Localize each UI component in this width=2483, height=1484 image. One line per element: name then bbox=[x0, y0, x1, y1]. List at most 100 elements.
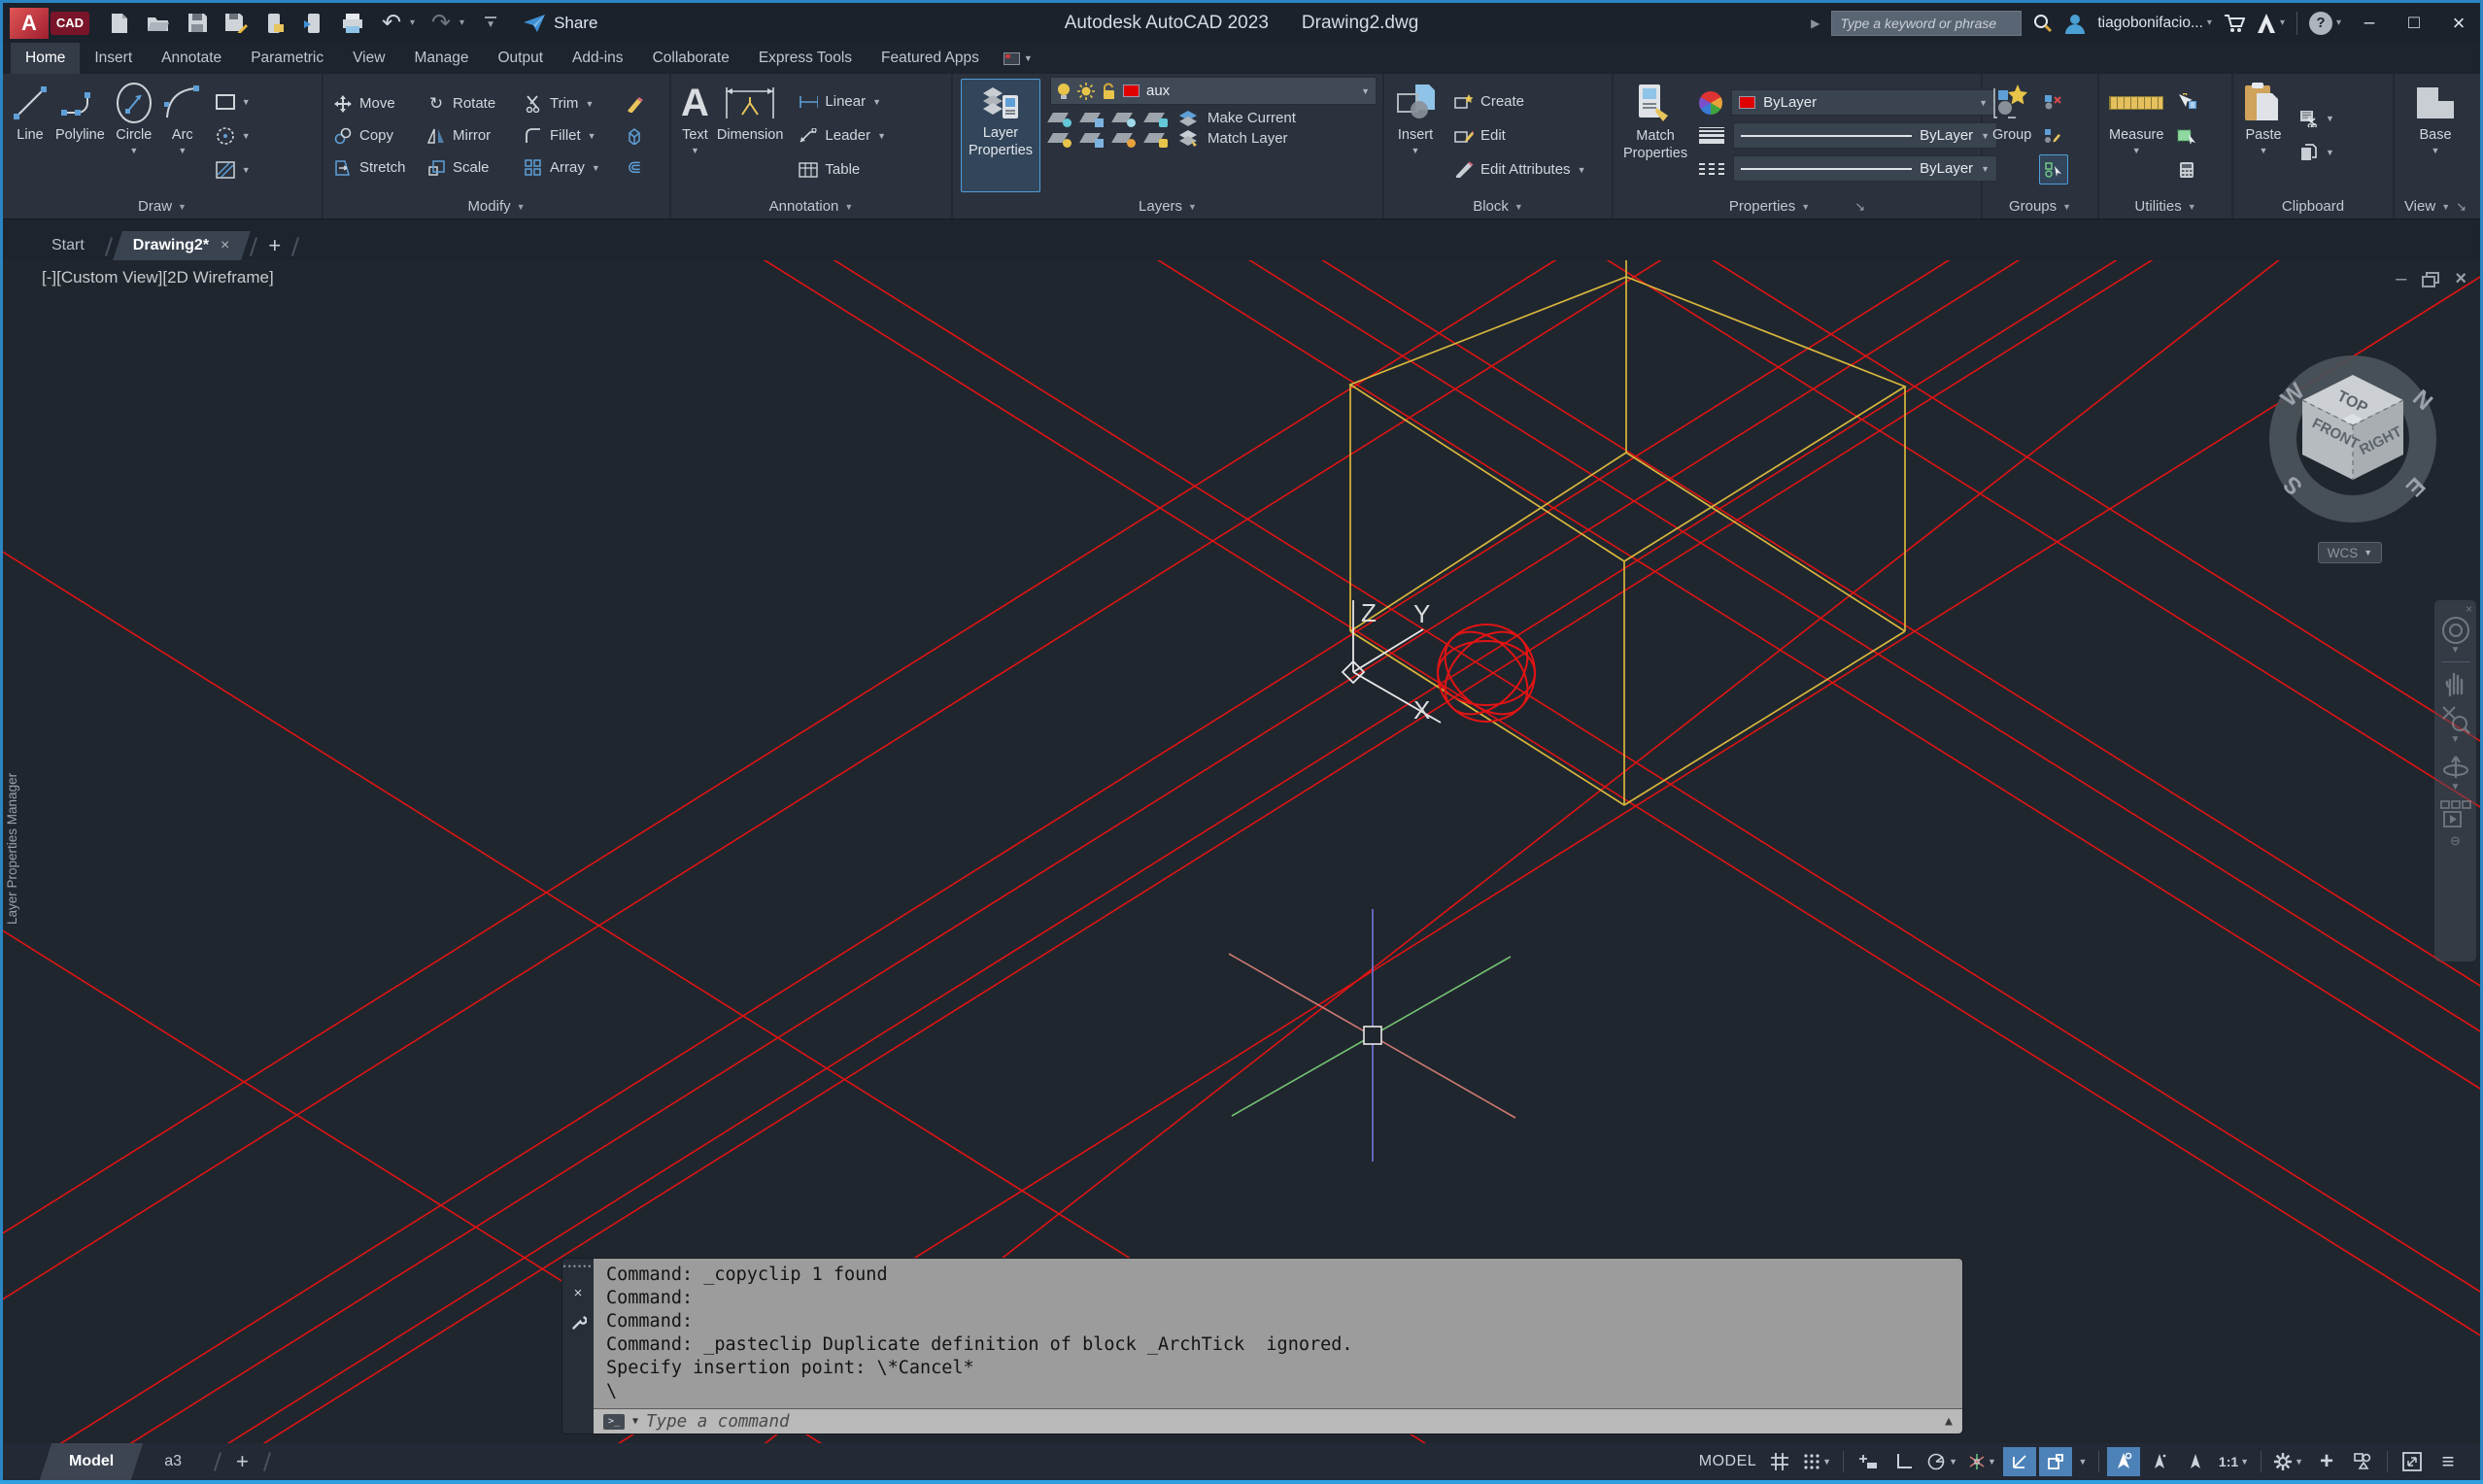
copy-clip-tool[interactable]: ▼ bbox=[2296, 138, 2338, 168]
new-file-icon[interactable] bbox=[107, 11, 132, 36]
viewport-close-icon[interactable]: × bbox=[2455, 268, 2466, 290]
viewport-controls-label[interactable]: [-][Custom View][2D Wireframe] bbox=[42, 268, 274, 287]
wcs-button[interactable]: WCS ▼ bbox=[2318, 542, 2382, 563]
help-dropdown-icon[interactable]: ▾ bbox=[2336, 17, 2341, 28]
user-dropdown-icon[interactable]: ▾ bbox=[2207, 17, 2212, 28]
save-to-web-icon[interactable] bbox=[301, 11, 326, 36]
layer-isolate-icon[interactable] bbox=[1079, 110, 1104, 127]
tab-collaborate[interactable]: Collaborate bbox=[638, 43, 744, 74]
arc-tool[interactable]: Arc ▼ bbox=[159, 77, 206, 194]
isometric-dropdown-icon[interactable]: ▼ bbox=[1988, 1457, 1996, 1467]
polar-tracking-toggle[interactable]: ▼ bbox=[1923, 1447, 1961, 1476]
linetype-icon[interactable] bbox=[1699, 162, 1725, 175]
layout-tab-a3[interactable]: a3 bbox=[141, 1443, 205, 1480]
selection-cycling-tool[interactable] bbox=[2173, 120, 2200, 151]
user-avatar-icon[interactable] bbox=[2064, 13, 2086, 34]
orbit-dropdown-icon[interactable]: ▼ bbox=[2451, 782, 2461, 793]
stretch-tool[interactable]: Stretch bbox=[329, 152, 423, 183]
app-dropdown-icon[interactable]: ▾ bbox=[2280, 17, 2285, 28]
cart-icon[interactable] bbox=[2224, 14, 2245, 33]
paste-tool[interactable]: Paste ▼ bbox=[2239, 77, 2288, 194]
line-tool[interactable]: Line bbox=[9, 77, 51, 194]
rectangle-tool[interactable]: ▼ bbox=[212, 86, 255, 117]
clean-screen-crosshair-icon[interactable]: + bbox=[2310, 1447, 2343, 1476]
array-tool[interactable]: Array ▼ bbox=[520, 152, 621, 183]
undo-dropdown-icon[interactable]: ▾ bbox=[410, 17, 415, 28]
tab-view[interactable]: View bbox=[338, 43, 399, 74]
insert-tool[interactable]: Insert ▼ bbox=[1390, 77, 1441, 194]
tab-insert[interactable]: Insert bbox=[80, 43, 147, 74]
cut-tool[interactable]: ▼ bbox=[2296, 104, 2338, 134]
drawing-canvas[interactable]: Z Y X [-][Custom View][2D Wireframe] – ×… bbox=[3, 260, 2480, 1443]
panel-layers-label[interactable]: Layers ▼ bbox=[953, 194, 1382, 219]
open-from-web-icon[interactable] bbox=[262, 11, 288, 36]
viewport-minimize-icon[interactable]: – bbox=[2396, 268, 2406, 290]
command-dock-strip[interactable]: •••••• × bbox=[562, 1259, 594, 1433]
pan-icon[interactable] bbox=[2442, 668, 2469, 697]
command-close-icon[interactable]: × bbox=[574, 1285, 583, 1301]
quick-select-tool[interactable] bbox=[2173, 86, 2200, 117]
fullscreen-toggle[interactable] bbox=[2396, 1447, 2429, 1476]
fillet-tool[interactable]: Fillet ▼ bbox=[520, 120, 621, 151]
search-expand-icon[interactable]: ▶ bbox=[1811, 17, 1820, 30]
layer-off-icon[interactable] bbox=[1047, 110, 1071, 127]
panel-properties-label[interactable]: Properties ▼ ↘ bbox=[1614, 194, 1981, 219]
panel-groups-label[interactable]: Groups ▼ bbox=[1983, 194, 2097, 219]
navigation-wheel-icon[interactable] bbox=[2441, 616, 2470, 645]
new-layout-button[interactable]: + bbox=[236, 1449, 249, 1474]
object-snap-tracking-toggle[interactable] bbox=[2002, 1447, 2036, 1476]
zoom-dropdown-icon[interactable]: ▼ bbox=[2451, 734, 2461, 745]
maximize-button[interactable]: □ bbox=[2398, 9, 2431, 38]
navigation-wheel-dropdown-icon[interactable]: ▼ bbox=[2451, 645, 2461, 656]
layer-fade-icon[interactable] bbox=[1111, 130, 1136, 148]
annotation-scale-value[interactable]: 1:1 ▼ bbox=[2215, 1447, 2253, 1476]
new-drawing-button[interactable]: + bbox=[268, 233, 281, 258]
tab-parametric[interactable]: Parametric bbox=[236, 43, 338, 74]
command-input[interactable]: >_ ▼ Type a command ▲ bbox=[594, 1408, 1962, 1433]
table-tool[interactable]: Table bbox=[795, 154, 890, 185]
layer-lock-icon[interactable] bbox=[1143, 110, 1168, 127]
match-layer-button[interactable]: Match Layer bbox=[1178, 129, 1288, 147]
customization-gear-icon[interactable]: ▼ bbox=[2269, 1447, 2307, 1476]
grid-display-toggle[interactable] bbox=[1763, 1447, 1796, 1476]
object-color-select[interactable]: ByLayer ▼ bbox=[1731, 89, 1996, 116]
open-file-icon[interactable] bbox=[146, 11, 171, 36]
layer-unlock-all-icon[interactable] bbox=[1143, 130, 1168, 148]
search-input[interactable]: Type a keyword or phrase bbox=[1831, 10, 2023, 36]
tab-add-ins[interactable]: Add-ins bbox=[558, 43, 638, 74]
annotation-scale-icon[interactable] bbox=[2179, 1447, 2212, 1476]
annotation-visibility-toggle[interactable] bbox=[2106, 1447, 2140, 1476]
tab-home[interactable]: Home bbox=[11, 43, 81, 74]
orbit-icon[interactable] bbox=[2441, 751, 2470, 782]
ortho-mode-toggle[interactable] bbox=[1888, 1447, 1921, 1476]
ungroup-tool[interactable] bbox=[2039, 86, 2068, 117]
layer-select[interactable]: aux ▼ bbox=[1050, 77, 1377, 105]
group-selection-toggle[interactable] bbox=[2039, 154, 2069, 185]
ribbon-display-toggle[interactable]: ▼ bbox=[1003, 43, 1033, 74]
redo-dropdown-icon[interactable]: ▾ bbox=[459, 17, 464, 28]
linear-tool[interactable]: Linear ▼ bbox=[795, 86, 890, 117]
close-button[interactable]: × bbox=[2442, 9, 2475, 38]
tab-manage[interactable]: Manage bbox=[399, 43, 483, 74]
lineweight-icon[interactable] bbox=[1699, 127, 1725, 144]
panel-annotation-label[interactable]: Annotation ▼ bbox=[671, 194, 951, 219]
color-wheel-icon[interactable] bbox=[1699, 90, 1723, 115]
model-space-toggle[interactable]: MODEL bbox=[1695, 1447, 1760, 1476]
text-tool[interactable]: A Text ▼ bbox=[677, 77, 713, 194]
print-icon[interactable] bbox=[340, 11, 365, 36]
match-properties-tool[interactable]: Match Properties bbox=[1619, 77, 1691, 194]
base-tool[interactable]: Base ▼ bbox=[2409, 77, 2462, 194]
group-tool[interactable]: Group bbox=[1989, 77, 2035, 194]
snap-mode-toggle[interactable]: ▼ bbox=[1799, 1447, 1835, 1476]
save-as-icon[interactable] bbox=[223, 11, 249, 36]
zoom-icon[interactable] bbox=[2441, 705, 2470, 734]
file-tab-close-icon[interactable]: × bbox=[221, 237, 229, 254]
rotate-tool[interactable]: ↻ Rotate bbox=[423, 88, 520, 118]
copy-tool[interactable]: Copy bbox=[329, 120, 423, 151]
customization-menu-icon[interactable]: ≡ bbox=[2432, 1447, 2465, 1476]
command-drag-handle[interactable]: •••••• bbox=[563, 1262, 594, 1271]
move-tool[interactable]: Move bbox=[329, 88, 423, 118]
viewcube[interactable]: W N S E TOP FRONT RIGHT WCS ▼ bbox=[2254, 346, 2454, 579]
mirror-tool[interactable]: Mirror bbox=[423, 120, 520, 151]
navbar-close-icon[interactable]: × bbox=[2466, 602, 2472, 616]
